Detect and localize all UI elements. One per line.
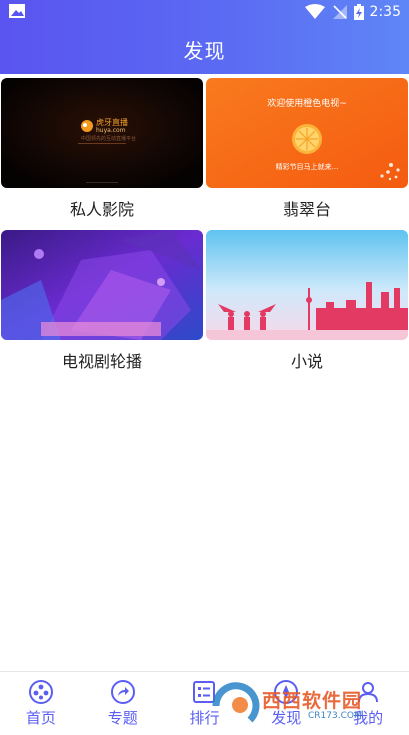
thumb-welcome-text: 欢迎使用橙色电视~ — [267, 99, 347, 109]
nav-label-topics: 专题 — [107, 709, 138, 727]
nav-label-ranking: 排行 — [189, 709, 220, 727]
header: 2:35 发现 — [0, 0, 409, 74]
profile-icon — [358, 682, 379, 703]
battery-charging-icon — [353, 4, 364, 20]
card-thumbnail: 欢迎使用橙色电视~ 精彩节目马上就来... — [206, 78, 408, 188]
card-label: 电视剧轮播 — [61, 352, 142, 371]
nav-label-profile: 我的 — [353, 709, 384, 727]
thumb-logo-sub: huya.com — [96, 127, 126, 134]
nav-discover[interactable]: 发现 — [245, 672, 327, 735]
card-thumbnail: 虎牙直播 huya.com 中国领先的互动直播平台 — [1, 78, 203, 188]
card-label: 小说 — [290, 352, 323, 371]
bottom-nav: 首页 专题 排行 发现 我的 — [0, 671, 409, 735]
status-bar: 2:35 — [0, 0, 409, 24]
page-title: 发现 — [183, 38, 226, 63]
nav-label-discover: 发现 — [271, 709, 302, 727]
discover-icon — [274, 680, 299, 704]
signal-icon — [332, 5, 347, 19]
share-icon — [110, 680, 135, 704]
card-thumbnail — [206, 230, 408, 340]
card-thumbnail — [1, 230, 203, 340]
card-label: 私人影院 — [69, 200, 134, 219]
nav-home[interactable]: 首页 — [0, 672, 82, 735]
nav-ranking[interactable]: 排行 — [164, 672, 246, 735]
list-icon — [193, 681, 216, 703]
card-label: 翡翠台 — [282, 200, 331, 219]
status-time: 2:35 — [369, 4, 401, 20]
wifi-icon — [304, 4, 325, 19]
nav-profile[interactable]: 我的 — [327, 672, 409, 735]
film-reel-icon — [28, 680, 53, 704]
nav-topics[interactable]: 专题 — [82, 672, 164, 735]
image-notification-icon — [9, 4, 25, 18]
thumb-caption: 中国领先的互动直播平台 — [81, 136, 137, 142]
nav-label-home: 首页 — [25, 709, 56, 727]
thumb-loading-text: 精彩节目马上就来... — [275, 163, 339, 171]
